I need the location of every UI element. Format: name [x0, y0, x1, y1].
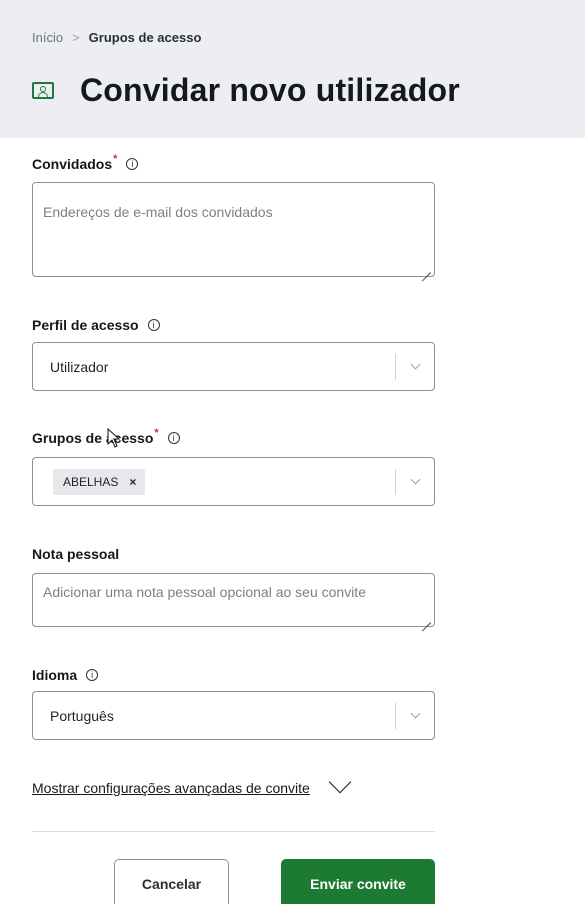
- send-invite-button[interactable]: Enviar convite: [281, 859, 435, 904]
- breadcrumb-separator: >: [72, 30, 80, 45]
- info-icon[interactable]: i: [86, 669, 99, 681]
- cancel-button[interactable]: Cancelar: [114, 859, 229, 904]
- access-groups-label-text: Grupos de acesso: [32, 430, 154, 446]
- access-groups-select[interactable]: ABELHAS ×: [32, 457, 435, 506]
- chevron-down-icon[interactable]: [328, 770, 352, 794]
- access-groups-label: Grupos de acesso * i: [32, 427, 180, 446]
- divider: [32, 831, 435, 832]
- invitees-label: Convidados * i: [32, 153, 139, 172]
- title-row: Convidar novo utilizador: [32, 72, 460, 109]
- remove-tag-icon[interactable]: ×: [129, 475, 136, 489]
- language-select[interactable]: Português: [32, 691, 435, 740]
- resize-grip-icon[interactable]: [421, 263, 431, 273]
- required-mark: *: [154, 427, 159, 439]
- language-label-text: Idioma: [32, 667, 78, 683]
- breadcrumb: Início > Grupos de acesso: [32, 30, 201, 45]
- personal-note-label: Nota pessoal: [32, 546, 119, 562]
- info-icon[interactable]: i: [126, 158, 139, 170]
- mouse-cursor-icon: [107, 428, 121, 448]
- chevron-down-icon[interactable]: [396, 458, 434, 505]
- group-tag-label: ABELHAS: [63, 474, 119, 489]
- page-title: Convidar novo utilizador: [80, 72, 460, 108]
- breadcrumb-current: Grupos de acesso: [88, 30, 202, 45]
- page-header: Início > Grupos de acesso Convidar novo …: [0, 0, 585, 138]
- language-value: Português: [50, 707, 114, 724]
- access-profile-label-text: Perfil de acesso: [32, 317, 139, 333]
- access-profile-select[interactable]: Utilizador: [32, 342, 435, 391]
- invitees-label-text: Convidados: [32, 156, 113, 172]
- info-icon[interactable]: i: [167, 432, 180, 444]
- language-label: Idioma i: [32, 667, 99, 683]
- tag-list: ABELHAS ×: [33, 468, 395, 495]
- advanced-settings-link[interactable]: Mostrar configurações avançadas de convi…: [32, 780, 310, 796]
- invitees-textarea[interactable]: Endereços de e-mail dos convidados: [32, 182, 435, 277]
- contact-card-icon: [32, 82, 54, 99]
- invitees-placeholder: Endereços de e-mail dos convidados: [43, 204, 273, 220]
- chevron-down-icon[interactable]: [396, 343, 434, 390]
- personal-note-label-text: Nota pessoal: [32, 546, 120, 562]
- breadcrumb-home-link[interactable]: Início: [32, 30, 63, 45]
- required-mark: *: [113, 153, 118, 165]
- access-profile-value: Utilizador: [50, 358, 109, 375]
- advanced-settings-toggle[interactable]: Mostrar configurações avançadas de convi…: [32, 770, 352, 796]
- group-tag: ABELHAS ×: [53, 468, 146, 495]
- chevron-down-icon[interactable]: [396, 692, 434, 739]
- personal-note-placeholder: Adicionar uma nota pessoal opcional ao s…: [43, 584, 366, 600]
- personal-note-textarea[interactable]: Adicionar uma nota pessoal opcional ao s…: [32, 573, 435, 627]
- resize-grip-icon[interactable]: [421, 613, 431, 623]
- info-icon[interactable]: i: [147, 319, 160, 331]
- access-profile-label: Perfil de acesso i: [32, 317, 160, 333]
